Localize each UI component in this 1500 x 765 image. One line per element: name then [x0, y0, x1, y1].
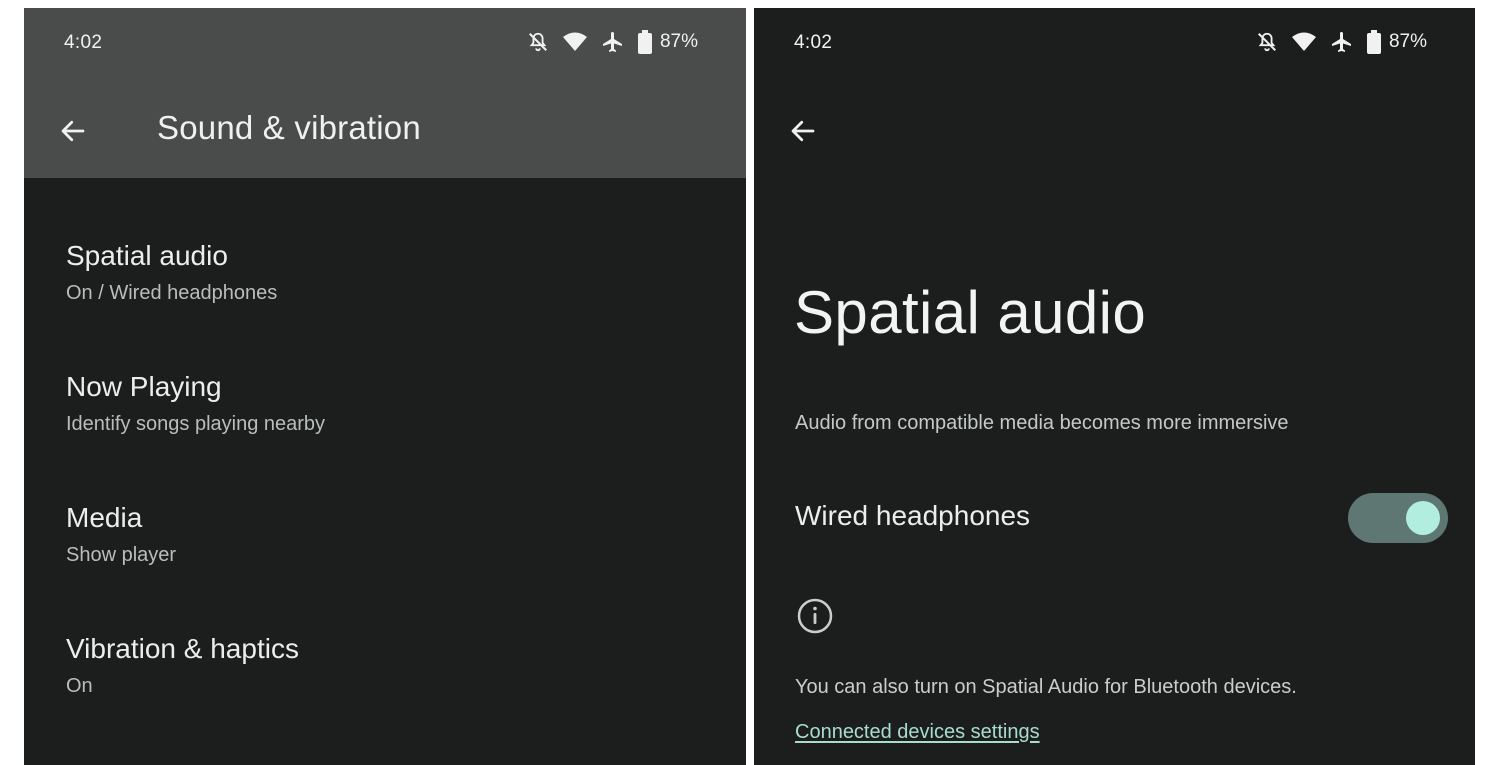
battery-icon [1366, 30, 1381, 54]
item-subtitle: On / Wired headphones [66, 282, 278, 304]
back-button[interactable] [54, 112, 92, 150]
status-bar: 4:02 87% [754, 8, 1475, 80]
arrow-back-icon [791, 120, 815, 142]
arrow-back-icon [61, 120, 85, 142]
toggle-label: Wired headphones [795, 500, 1031, 531]
page-title: Spatial audio [794, 279, 1147, 346]
toggle-thumb [1406, 501, 1440, 535]
wired-headphones-toggle[interactable] [1348, 493, 1448, 543]
status-icons: 87% [1256, 30, 1427, 54]
back-button[interactable] [784, 112, 822, 150]
sound-vibration-screen: 4:02 87% Sound & vibration Spatial audio… [24, 8, 746, 765]
wired-headphones-row[interactable]: Wired headphones [754, 488, 1475, 548]
battery-percentage: 87% [1388, 31, 1427, 52]
notifications-off-icon [1258, 32, 1276, 52]
status-icons: 87% [527, 30, 698, 54]
battery-percentage: 87% [659, 31, 698, 52]
battery-icon [637, 30, 652, 54]
item-subtitle: Identify songs playing nearby [66, 413, 326, 435]
info-icon [797, 598, 833, 634]
settings-item-vibration-haptics[interactable]: Vibration & haptics On [66, 633, 706, 743]
item-subtitle: On [66, 675, 93, 697]
item-title: Media [66, 502, 143, 533]
wifi-icon [562, 32, 587, 51]
status-bar: 4:02 87% [24, 8, 746, 80]
settings-item-now-playing[interactable]: Now Playing Identify songs playing nearb… [66, 371, 706, 481]
app-bar: 4:02 87% Sound & vibration [24, 8, 746, 178]
spatial-audio-screen: 4:02 87% Spatial audio Audio from compat… [754, 8, 1475, 765]
page-title: Sound & vibration [157, 109, 421, 146]
wifi-icon [1291, 32, 1316, 51]
item-title: Vibration & haptics [66, 633, 299, 664]
item-title: Spatial audio [66, 240, 228, 271]
settings-item-spatial-audio[interactable]: Spatial audio On / Wired headphones [66, 240, 706, 350]
item-subtitle: Show player [66, 544, 177, 566]
status-time: 4:02 [794, 32, 833, 53]
airplane-icon [602, 32, 622, 52]
status-time: 4:02 [64, 32, 103, 53]
notifications-off-icon [529, 32, 547, 52]
settings-item-media[interactable]: Media Show player [66, 502, 706, 612]
bluetooth-info-text: You can also turn on Spatial Audio for B… [795, 676, 1297, 698]
item-title: Now Playing [66, 371, 222, 402]
airplane-icon [1331, 32, 1351, 52]
page-description: Audio from compatible media becomes more… [795, 412, 1289, 434]
connected-devices-settings-link[interactable]: Connected devices settings [795, 721, 1040, 744]
